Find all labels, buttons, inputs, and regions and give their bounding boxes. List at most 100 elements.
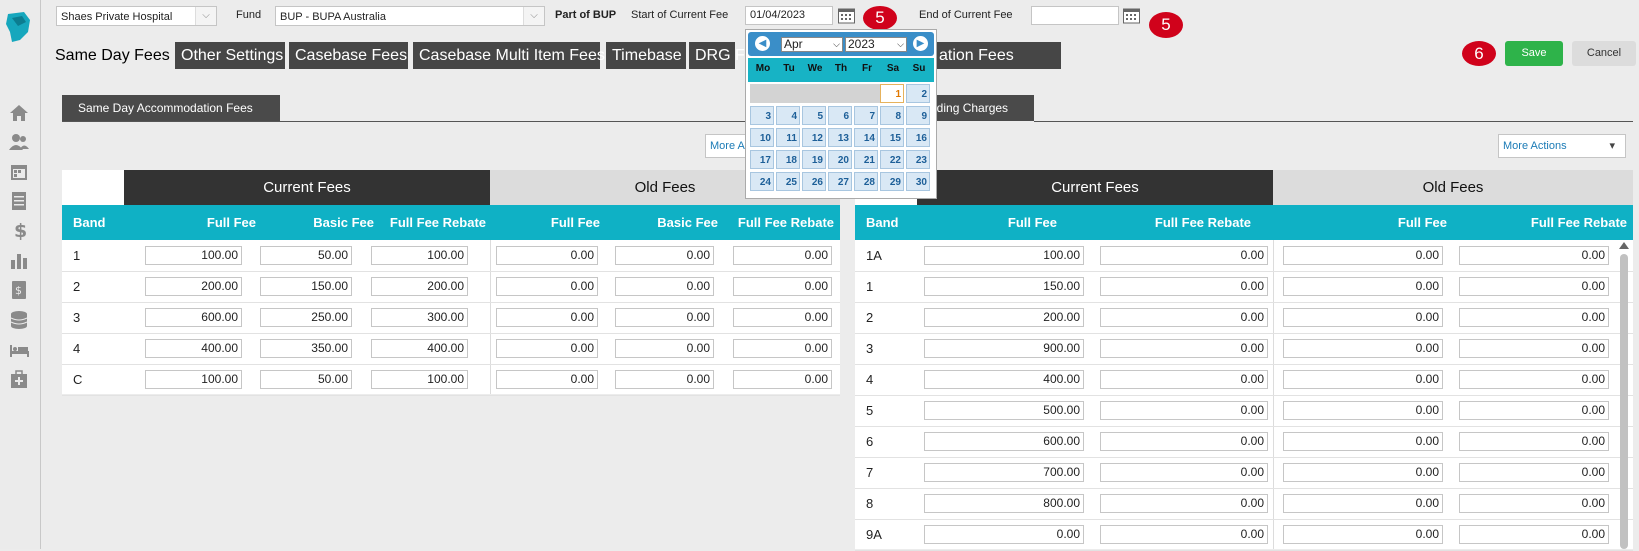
fee-input[interactable]: 0.00 (1100, 432, 1268, 451)
vertical-scrollbar[interactable] (1617, 242, 1631, 549)
database-icon[interactable] (8, 309, 30, 331)
calendar-day[interactable]: 26 (802, 172, 826, 191)
fee-input[interactable]: 0.00 (1100, 494, 1268, 513)
fee-input[interactable]: 300.00 (371, 308, 468, 327)
calendar-day[interactable]: 16 (906, 128, 930, 147)
fee-input[interactable]: 0.00 (496, 277, 598, 296)
fee-input[interactable]: 0.00 (1459, 401, 1609, 420)
tab-accommodation-fees[interactable]: ation Fees (933, 42, 1061, 69)
calendar-day[interactable]: 8 (880, 106, 904, 125)
fee-input[interactable]: 0.00 (1459, 246, 1609, 265)
fee-input[interactable]: 0.00 (1283, 277, 1443, 296)
start-fee-input[interactable]: 01/04/2023 (745, 6, 833, 25)
hospital-select[interactable]: Shaes Private Hospital ⌵ (56, 6, 217, 26)
home-icon[interactable] (8, 102, 30, 124)
fee-input[interactable]: 0.00 (1100, 463, 1268, 482)
prev-month-icon[interactable]: ◀ (755, 36, 770, 51)
fee-input[interactable]: 0.00 (1283, 370, 1443, 389)
fee-input[interactable]: 0.00 (1283, 432, 1443, 451)
fee-input[interactable]: 250.00 (260, 308, 352, 327)
fee-input[interactable]: 200.00 (371, 277, 468, 296)
calendar-day[interactable]: 28 (854, 172, 878, 191)
year-select[interactable]: 2023 ⌵ (845, 37, 907, 52)
fee-input[interactable]: 0.00 (1100, 246, 1268, 265)
calendar-day[interactable]: 19 (802, 150, 826, 169)
fee-input[interactable]: 0.00 (733, 339, 832, 358)
next-month-icon[interactable]: ▶ (913, 36, 928, 51)
calendar-day[interactable]: 14 (854, 128, 878, 147)
calendar-picker-icon[interactable] (1123, 7, 1140, 24)
fee-input[interactable]: 400.00 (145, 339, 242, 358)
fee-input[interactable]: 50.00 (260, 246, 352, 265)
fee-input[interactable]: 150.00 (924, 277, 1084, 296)
calendar-day[interactable]: 5 (802, 106, 826, 125)
fee-input[interactable]: 0.00 (1459, 463, 1609, 482)
fee-input[interactable]: 0.00 (1283, 308, 1443, 327)
fee-input[interactable]: 0.00 (1283, 463, 1443, 482)
fee-input[interactable]: 0.00 (1100, 401, 1268, 420)
fee-input[interactable]: 700.00 (924, 463, 1084, 482)
month-select[interactable]: Apr ⌵ (781, 37, 843, 52)
fee-input[interactable]: 100.00 (145, 246, 242, 265)
calendar-icon[interactable] (8, 161, 30, 183)
fee-input[interactable]: 0.00 (1100, 308, 1268, 327)
more-actions-right[interactable]: More Actions ▾ (1498, 134, 1626, 158)
fee-input[interactable]: 0.00 (1283, 246, 1443, 265)
fee-input[interactable]: 0.00 (733, 277, 832, 296)
tab-casebase-fees[interactable]: Casebase Fees (289, 42, 408, 69)
fee-input[interactable]: 0.00 (615, 308, 714, 327)
fee-input[interactable]: 600.00 (924, 432, 1084, 451)
fee-input[interactable]: 100.00 (145, 370, 242, 389)
fee-input[interactable]: 0.00 (1100, 339, 1268, 358)
tab-same-day-fees[interactable]: Same Day Fees (49, 42, 170, 69)
fee-input[interactable]: 0.00 (1459, 494, 1609, 513)
more-actions-left[interactable]: More A (705, 134, 749, 158)
fee-input[interactable]: 0.00 (1459, 432, 1609, 451)
fee-input[interactable]: 0.00 (615, 370, 714, 389)
chevron-down-icon[interactable]: ⌵ (523, 7, 544, 25)
fee-input[interactable]: 200.00 (924, 308, 1084, 327)
calendar-day[interactable]: 1 (880, 84, 904, 103)
calendar-day[interactable]: 22 (880, 150, 904, 169)
calendar-day[interactable]: 3 (750, 106, 774, 125)
fee-input[interactable]: 600.00 (145, 308, 242, 327)
fee-input[interactable]: 900.00 (924, 339, 1084, 358)
fee-input[interactable]: 0.00 (1100, 525, 1268, 544)
fee-input[interactable]: 0.00 (733, 308, 832, 327)
fee-input[interactable]: 0.00 (496, 246, 598, 265)
tab-timebase[interactable]: Timebase (606, 42, 686, 69)
fee-input[interactable]: 0.00 (615, 277, 714, 296)
fee-input[interactable]: 0.00 (733, 246, 832, 265)
calendar-picker-icon[interactable] (838, 7, 855, 24)
cancel-button[interactable]: Cancel (1572, 41, 1636, 66)
calendar-day[interactable]: 20 (828, 150, 852, 169)
end-fee-input[interactable] (1031, 6, 1119, 25)
fee-input[interactable]: 100.00 (371, 370, 468, 389)
subtab-pending-charges[interactable]: nding Charges (920, 95, 1034, 121)
calendar-day[interactable]: 13 (828, 128, 852, 147)
fee-input[interactable]: 0.00 (1459, 339, 1609, 358)
scroll-thumb[interactable] (1620, 254, 1628, 549)
fee-input[interactable]: 0.00 (1459, 308, 1609, 327)
dollar-icon[interactable]: $ (8, 219, 30, 242)
tab-other-settings[interactable]: Other Settings (175, 42, 285, 69)
calendar-day[interactable]: 23 (906, 150, 930, 169)
fee-input[interactable]: 0.00 (924, 525, 1084, 544)
save-button[interactable]: Save (1505, 41, 1563, 66)
bar-chart-icon[interactable] (8, 249, 30, 271)
calendar-day[interactable]: 27 (828, 172, 852, 191)
fee-input[interactable]: 400.00 (371, 339, 468, 358)
fee-input[interactable]: 0.00 (1283, 339, 1443, 358)
fee-input[interactable]: 150.00 (260, 277, 352, 296)
invoice-icon[interactable]: $ (8, 279, 30, 301)
fee-input[interactable]: 0.00 (1100, 370, 1268, 389)
fee-input[interactable]: 0.00 (615, 246, 714, 265)
calendar-day[interactable]: 21 (854, 150, 878, 169)
fee-input[interactable]: 500.00 (924, 401, 1084, 420)
chevron-down-icon[interactable]: ⌵ (195, 7, 216, 25)
calendar-day[interactable]: 6 (828, 106, 852, 125)
tab-drg-fees[interactable]: DRG F (689, 42, 745, 69)
fee-input[interactable]: 0.00 (733, 370, 832, 389)
fee-input[interactable]: 0.00 (1100, 277, 1268, 296)
fee-input[interactable]: 0.00 (615, 339, 714, 358)
